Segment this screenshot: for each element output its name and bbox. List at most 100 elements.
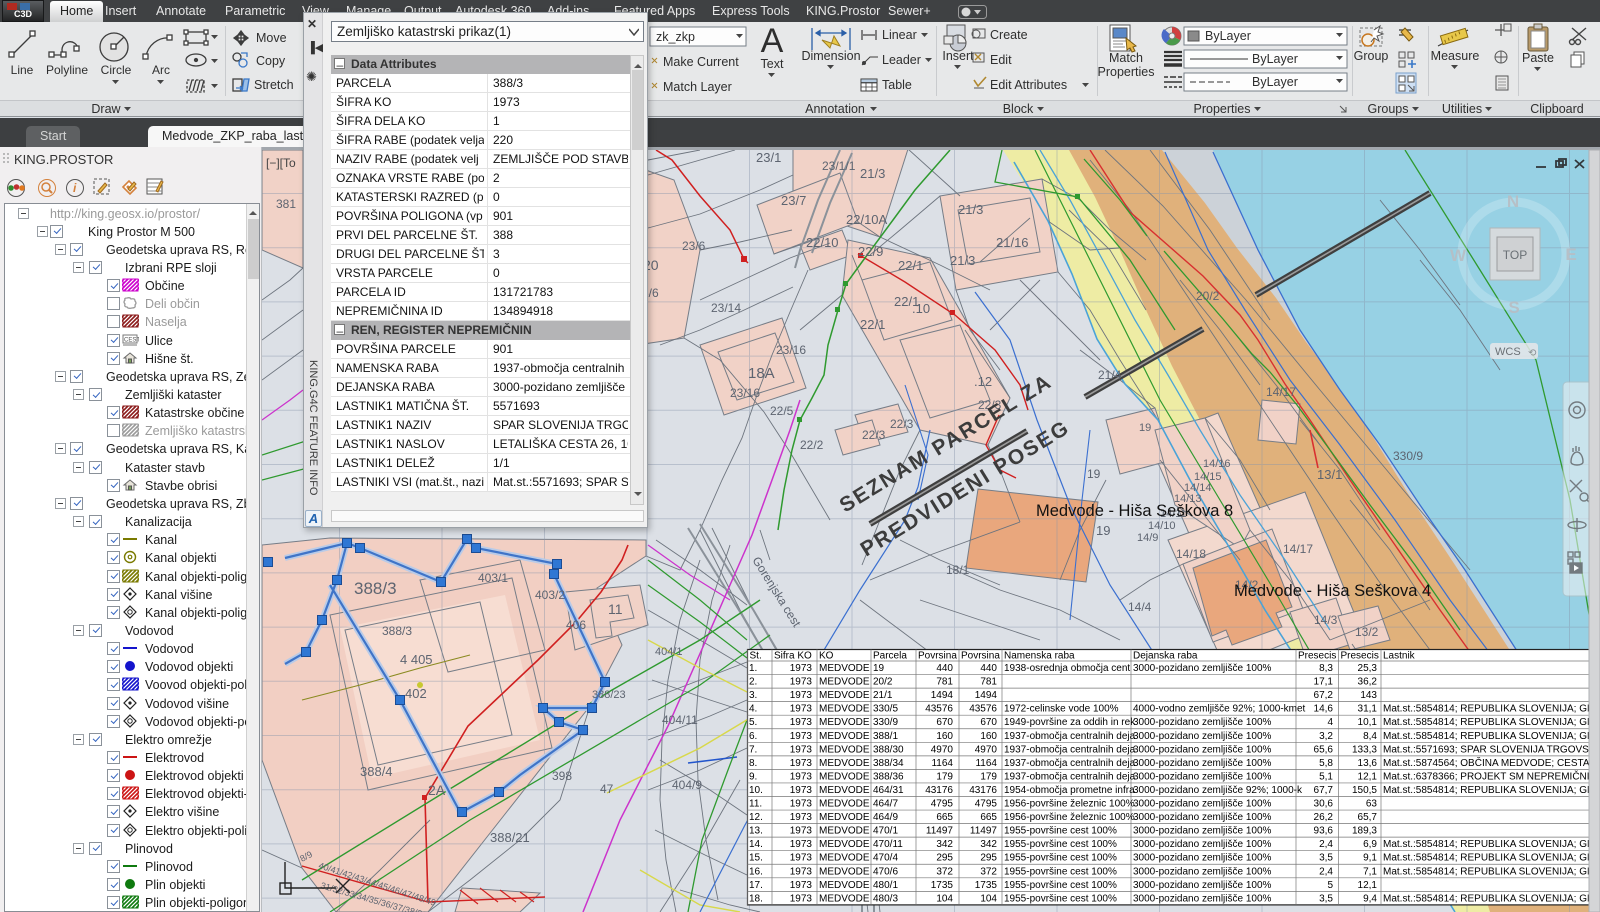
svg-text:1938-osrednja območja cent: 1938-osrednja območja cent — [1004, 663, 1130, 674]
svg-text:1937-območja centralnih deja: 1937-območja centralnih deja — [1004, 731, 1136, 742]
svg-text:Draw: Draw — [91, 102, 121, 116]
svg-text:Sifra KO: Sifra KO — [774, 651, 812, 662]
svg-text:67,7: 67,7 — [1314, 785, 1334, 796]
svg-text:16.: 16. — [749, 866, 763, 877]
svg-text:MEDVODE: MEDVODE — [819, 717, 870, 728]
svg-text:11497: 11497 — [926, 826, 954, 837]
svg-text:3000-pozidano zemljišče 100%: 3000-pozidano zemljišče 100% — [1133, 771, 1272, 782]
svg-text:14/3: 14/3 — [1314, 613, 1338, 627]
svg-text:330/9: 330/9 — [1393, 449, 1423, 463]
svg-text:398: 398 — [552, 769, 572, 783]
svg-text:3000-pozidano zemljišče 100%: 3000-pozidano zemljišče 100% — [1133, 731, 1272, 742]
svg-text:1973: 1973 — [790, 690, 813, 701]
svg-text:13.: 13. — [749, 826, 763, 837]
svg-text:2,4: 2,4 — [1319, 839, 1333, 850]
svg-text:3000-pozidano zemljišče 100%: 3000-pozidano zemljišče 100% — [1133, 799, 1272, 810]
svg-text:3,2: 3,2 — [1319, 731, 1333, 742]
svg-text:3000-pozidano zemljišče 92%; 1: 3000-pozidano zemljišče 92%; 1000-k — [1133, 785, 1303, 796]
svg-text:MEDVODE: MEDVODE — [819, 704, 870, 715]
svg-text:25,3: 25,3 — [1358, 663, 1378, 674]
svg-text:Text: Text — [761, 57, 784, 71]
svg-text:WCS: WCS — [1495, 346, 1521, 358]
svg-text:14/9: 14/9 — [1137, 532, 1158, 544]
svg-text:Edit Attributes: Edit Attributes — [990, 78, 1067, 92]
svg-text:Create: Create — [990, 28, 1028, 42]
svg-text:Mat.st.:5854814; REPUBLIKA SLO: Mat.st.:5854814; REPUBLIKA SLOVENIJA; GR… — [1383, 837, 1600, 850]
svg-text:23/16: 23/16 — [776, 343, 806, 357]
svg-text:295: 295 — [936, 853, 953, 864]
svg-text:330/9: 330/9 — [873, 717, 898, 728]
svg-text:21/16: 21/16 — [996, 235, 1029, 250]
svg-text:zk_zkp: zk_zkp — [656, 30, 695, 44]
svg-text:470/1: 470/1 — [873, 826, 898, 837]
svg-text:22/10A: 22/10A — [846, 212, 888, 227]
svg-text:Lastnik: Lastnik — [1383, 651, 1416, 662]
svg-text:440: 440 — [936, 663, 953, 674]
svg-text:4000-vodno zemljišče 92%; 1000: 4000-vodno zemljišče 92%; 1000-kmet — [1133, 704, 1306, 715]
svg-text:3000-pozidano zemljišče 100%: 3000-pozidano zemljišče 100% — [1133, 893, 1272, 904]
svg-text:189,3: 189,3 — [1352, 826, 1377, 837]
svg-text:3,5: 3,5 — [1319, 893, 1333, 904]
svg-text:1164: 1164 — [975, 758, 997, 769]
svg-text:MEDVODE: MEDVODE — [819, 799, 870, 810]
svg-text:1972-celinske vode 100%: 1972-celinske vode 100% — [1004, 704, 1119, 715]
svg-text:23/7: 23/7 — [781, 193, 806, 208]
svg-text:MEDVODE: MEDVODE — [819, 880, 870, 891]
svg-text:8,4: 8,4 — [1363, 731, 1377, 742]
svg-text:Polyline: Polyline — [46, 63, 88, 77]
svg-text:1973: 1973 — [790, 663, 813, 674]
svg-text:3000-pozidano zemljišče 100%: 3000-pozidano zemljišče 100% — [1133, 826, 1272, 837]
svg-text:Dimension: Dimension — [801, 49, 860, 63]
svg-text:19: 19 — [873, 663, 885, 674]
svg-text:1973: 1973 — [790, 785, 813, 796]
svg-text:2.: 2. — [749, 677, 757, 688]
svg-text:1955-površine cest 100%: 1955-površine cest 100% — [1004, 853, 1117, 864]
svg-text:9.: 9. — [749, 771, 757, 782]
svg-text:9,4: 9,4 — [1363, 893, 1377, 904]
svg-text:65,6: 65,6 — [1314, 744, 1334, 755]
svg-text:14.: 14. — [749, 839, 763, 850]
svg-text:3000-pozidano zemljišče 100%: 3000-pozidano zemljišče 100% — [1133, 717, 1272, 728]
svg-text:93,6: 93,6 — [1314, 826, 1334, 837]
svg-text:Edit: Edit — [990, 53, 1012, 67]
svg-text:Group: Group — [1354, 49, 1389, 63]
svg-text:388/34: 388/34 — [873, 758, 904, 769]
svg-text:1956-površine železnic 100%: 1956-površine železnic 100% — [1004, 812, 1135, 823]
svg-text:3000-pozidano zemljišče 100%: 3000-pozidano zemljišče 100% — [1133, 866, 1272, 877]
svg-text:MEDVODE: MEDVODE — [819, 663, 870, 674]
svg-text:1973: 1973 — [790, 758, 813, 769]
svg-text:21/3: 21/3 — [958, 202, 983, 217]
svg-text:14/16: 14/16 — [1203, 458, 1231, 470]
svg-text:3000-pozidano zemljišče 100%: 3000-pozidano zemljišče 100% — [1133, 839, 1272, 850]
svg-text:1973: 1973 — [790, 839, 813, 850]
svg-text:MEDVODE: MEDVODE — [819, 785, 870, 796]
svg-text:2A: 2A — [428, 782, 446, 798]
svg-text:1973: 1973 — [790, 812, 813, 823]
svg-text:17.: 17. — [749, 880, 763, 891]
svg-text:8,3: 8,3 — [1319, 663, 1333, 674]
svg-text:5,1: 5,1 — [1319, 771, 1333, 782]
svg-text:1973: 1973 — [790, 717, 813, 728]
svg-text:22/3: 22/3 — [862, 428, 886, 442]
svg-text:Linear: Linear — [882, 28, 917, 42]
svg-text:Line: Line — [11, 63, 34, 77]
svg-text:S: S — [1508, 298, 1519, 317]
svg-text:Leader: Leader — [882, 53, 921, 67]
svg-text:Mat.st.:5874564; OBČINA MEDVOD: Mat.st.:5874564; OBČINA MEDVODE; CESTA K… — [1383, 756, 1600, 769]
svg-text:Mat.st.:5854814; REPUBLIKA SLO: Mat.st.:5854814; REPUBLIKA SLOVENIJA; GR… — [1383, 729, 1600, 742]
svg-text:i: i — [73, 181, 77, 195]
svg-text:372: 372 — [980, 866, 997, 877]
svg-text:MEDVODE: MEDVODE — [819, 677, 870, 688]
svg-text:13,6: 13,6 — [1358, 758, 1378, 769]
svg-text:Mat.st.:5854814; REPUBLIKA SLO: Mat.st.:5854814; REPUBLIKA SLOVENIJA; GR… — [1383, 864, 1600, 877]
svg-text:12.: 12. — [749, 812, 763, 823]
svg-text:Copy: Copy — [256, 54, 286, 68]
svg-text:388/30: 388/30 — [873, 744, 904, 755]
svg-text:19: 19 — [1139, 422, 1151, 434]
svg-text:18.: 18. — [749, 893, 763, 904]
svg-text:22/10: 22/10 — [806, 235, 839, 250]
svg-text:43576: 43576 — [925, 704, 953, 715]
svg-text:295: 295 — [980, 853, 997, 864]
svg-text:388/21: 388/21 — [490, 830, 530, 845]
svg-text:14/4: 14/4 — [1128, 600, 1152, 614]
